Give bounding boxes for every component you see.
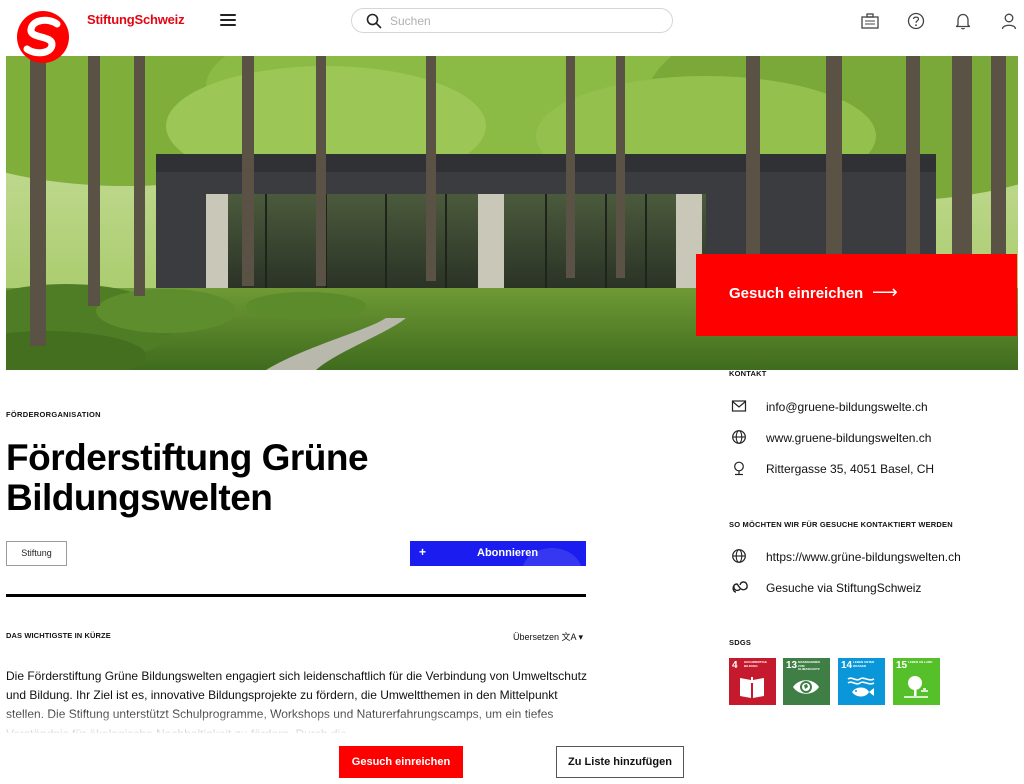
page-title: Förderstiftung Grüne Bildungswelten [6, 437, 369, 518]
location-pin-icon [734, 461, 744, 476]
menu-icon[interactable] [220, 14, 236, 28]
application-url[interactable]: https://www.grüne-bildungswelten.ch [729, 548, 1019, 568]
user-icon[interactable] [999, 11, 1019, 31]
translate-dropdown[interactable]: Übersetzen ⁠文A ▾ [513, 630, 583, 643]
application-via[interactable]: Gesuche via StiftungSchweiz [729, 579, 1019, 599]
globe-icon [732, 549, 746, 563]
sticky-action-bar: Gesuch einreichen Zu Liste hinzufügen [0, 733, 1024, 784]
summary-heading: DAS WICHTIGSTE IN KÜRZE [6, 631, 111, 640]
sdgs-heading: SDGS [729, 638, 752, 647]
plus-icon: + [419, 545, 427, 559]
add-to-list-button[interactable]: Zu Liste hinzufügen [556, 746, 684, 778]
application-contact-heading: SO MÖCHTEN WIR FÜR GESUCHE KONTAKTIERT W… [729, 520, 953, 529]
help-icon[interactable] [906, 11, 926, 31]
sdg-tile-13[interactable]: 13 MASSNAHMEN ZUM KLIMASCHUTZ [783, 658, 830, 705]
sdg-tile-4[interactable]: 4 HOCHWERTIGE BILDUNG [729, 658, 776, 705]
eye-globe-icon [793, 680, 819, 694]
contact-heading: KONTAKT [729, 369, 767, 378]
section-divider [6, 594, 586, 597]
organization-tag: Stiftung [6, 541, 67, 566]
fish-icon [847, 677, 875, 697]
submit-request-button[interactable]: Gesuch einreichen [339, 746, 463, 778]
cta-label: Gesuch einreichen [729, 285, 864, 302]
sdg-title: MASSNAHMEN ZUM KLIMASCHUTZ [798, 660, 820, 671]
arrow-right-icon: ⟶ [872, 282, 898, 302]
stiftungschweiz-logo-icon[interactable] [7, 10, 79, 64]
stiftungschweiz-mark-icon [732, 581, 748, 593]
sdg-tile-15[interactable]: 15 LEBEN AN LAND [893, 658, 940, 705]
sdg-tile-14[interactable]: 14 LEBEN UNTER WASSER [838, 658, 885, 705]
globe-icon [732, 430, 746, 444]
organization-type: FÖRDERORGANISATION [6, 410, 101, 419]
subscribe-button[interactable]: + Abonnieren [410, 541, 586, 566]
bell-icon[interactable] [953, 11, 973, 31]
submit-request-cta[interactable]: Gesuch einreichen ⟶ [696, 254, 1017, 336]
application-via-text[interactable]: Gesuche via StiftungSchweiz [766, 581, 921, 595]
email-link[interactable]: info@gruene-bildungswelte.ch [766, 400, 928, 414]
sdg-title: HOCHWERTIGE BILDUNG [744, 660, 767, 668]
mail-icon [731, 400, 747, 412]
search-input[interactable] [390, 12, 660, 30]
sdg-number: 13 [786, 660, 798, 671]
sdg-title: LEBEN UNTER WASSER [853, 660, 875, 668]
book-icon [740, 677, 764, 698]
sdg-number: 15 [896, 660, 908, 671]
tree-icon [904, 676, 928, 698]
sdg-title: LEBEN AN LAND [908, 660, 933, 664]
contact-address: Rittergasse 35, 4051 Basel, CH [729, 460, 1019, 480]
sdg-number: 14 [841, 660, 853, 671]
brand-name[interactable]: StiftungSchweiz [87, 12, 185, 27]
bottom-fade [0, 706, 1024, 736]
application-url-link[interactable]: https://www.grüne-bildungswelten.ch [766, 550, 961, 564]
search-icon [366, 13, 382, 29]
briefcase-icon[interactable] [860, 11, 880, 31]
address-text: Rittergasse 35, 4051 Basel, CH [766, 462, 935, 476]
contact-website[interactable]: www.gruene-bildungswelten.ch [729, 429, 1019, 449]
top-header: StiftungSchweiz [0, 0, 1024, 63]
search-bar[interactable] [351, 8, 673, 33]
sdg-number: 4 [732, 660, 738, 671]
contact-email[interactable]: info@gruene-bildungswelte.ch [729, 398, 1019, 418]
website-link[interactable]: www.gruene-bildungswelten.ch [766, 431, 931, 445]
